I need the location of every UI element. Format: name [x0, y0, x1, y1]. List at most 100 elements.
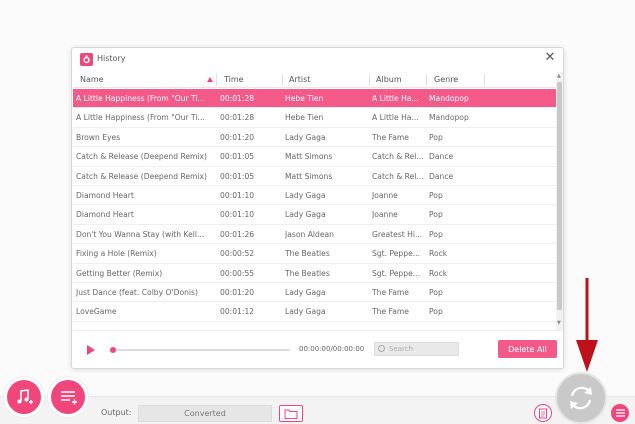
table-row[interactable]: Catch & Release (Deepend Remix) 00:01:05 M… — [73, 147, 558, 167]
cell-name: Just Dance (feat. Colby O'Donis) — [76, 288, 198, 297]
cell-time: 00:01:20 — [220, 132, 255, 142]
table-row[interactable]: Just Dance (feat. Colby O'Donis) 00:01:20… — [73, 283, 558, 303]
convert-button[interactable] — [557, 374, 605, 422]
open-folder-button[interactable] — [279, 405, 303, 422]
cell-genre: Pop — [429, 288, 443, 297]
cell-album: Greatest Hi... — [372, 229, 423, 239]
cell-artist: Jason Aldean — [285, 229, 334, 239]
search-placeholder: Search — [389, 345, 414, 353]
cell-genre: Dance — [429, 171, 454, 181]
cell-album: Sgt. Peppe... — [372, 327, 426, 328]
cell-artist: Lady Gaga — [285, 132, 326, 142]
cell-album: A Little Ha... — [372, 113, 419, 123]
task-list-button[interactable] — [611, 404, 629, 422]
delete-all-button[interactable]: Delete All — [498, 340, 557, 358]
table-scrollbar[interactable]: ▲ ▼ — [556, 72, 563, 330]
close-icon[interactable]: ✕ — [542, 50, 558, 66]
document-icon — [539, 408, 547, 418]
cell-time: 00:01:10 — [220, 210, 255, 220]
play-icon[interactable] — [87, 345, 95, 355]
cell-genre: Rock — [429, 327, 489, 328]
playback-progress-slider[interactable] — [110, 347, 290, 353]
cell-genre: Pop — [429, 210, 443, 220]
cell-album: Catch & Rel... — [372, 171, 424, 181]
cell-name: LoveGame — [76, 307, 117, 317]
progress-knob[interactable] — [110, 347, 116, 353]
output-label: Output: — [101, 408, 132, 417]
cell-name: Catch & Release (Deepend Remix) — [76, 152, 208, 162]
table-row[interactable]: Getting Better (Remix) 00:00:55 The Beatle… — [73, 264, 558, 283]
cell-artist: Lady Gaga — [285, 307, 326, 317]
column-header-artist[interactable]: Artist — [289, 75, 310, 85]
table-row[interactable]: Lucy In The Sky With Diamonds (... 00:01:… — [73, 322, 558, 328]
history-dialog: History ✕ Name Time Artist Album Genre A… — [71, 47, 564, 369]
add-music-button[interactable] — [4, 377, 44, 417]
cell-genre: Dance — [429, 152, 454, 162]
history-doc-button[interactable] — [534, 404, 552, 422]
cell-album: The Fame — [372, 307, 409, 317]
cell-time: 00:01:28 — [220, 113, 255, 123]
cell-time: 00:01:26 — [220, 229, 255, 239]
history-table: Name Time Artist Album Genre A Little Ha… — [73, 72, 558, 328]
scroll-down-icon[interactable]: ▼ — [557, 320, 561, 326]
table-row[interactable]: Diamond Heart 00:01:10 Lady Gaga Joanne Pop — [73, 186, 558, 206]
cell-artist: The Beatles — [285, 327, 365, 328]
cell-time: 00:01:10 — [220, 191, 255, 200]
table-row[interactable]: Fixing a Hole (Remix) 00:00:52 The Beatles… — [73, 244, 558, 264]
cell-name: Getting Better (Remix) — [76, 268, 163, 278]
cell-name: Diamond Heart — [76, 191, 134, 200]
column-header-album[interactable]: Album — [376, 75, 402, 85]
cell-album: Joanne — [372, 191, 398, 200]
cell-artist: Lady Gaga — [285, 191, 326, 200]
table-row[interactable]: A Little Happiness (From "Our Ti... 00:01… — [73, 89, 558, 109]
cell-time: 00:01:02 — [220, 327, 280, 328]
column-header-name[interactable]: Name — [80, 75, 104, 85]
add-playlist-button[interactable] — [48, 377, 88, 417]
cell-artist: Lady Gaga — [285, 288, 326, 297]
cell-name: A Little Happiness (From "Our Ti... — [76, 113, 205, 123]
cell-name: Fixing a Hole (Remix) — [76, 249, 157, 259]
playback-time: 00:00:00/00:00:00 — [299, 345, 365, 353]
cell-genre: Pop — [429, 229, 443, 239]
table-row[interactable]: A Little Happiness (From "Our Ti... 00:01… — [73, 108, 558, 128]
cell-album: A Little Ha... — [372, 94, 419, 103]
table-row[interactable]: LoveGame 00:01:12 Lady Gaga The Fame Pop — [73, 302, 558, 322]
cell-album: Joanne — [372, 210, 398, 220]
player-bar: 00:00:00/00:00:00 Search Delete All — [73, 330, 563, 368]
cell-genre: Pop — [429, 132, 443, 142]
cell-artist: Hebe Tien — [285, 94, 324, 103]
column-divider — [426, 74, 427, 86]
cell-genre: Pop — [429, 191, 443, 200]
dialog-title-bar: History ✕ — [72, 48, 563, 70]
column-header-genre[interactable]: Genre — [434, 75, 458, 85]
cell-album: Sgt. Peppe... — [372, 249, 420, 259]
scrollbar-thumb[interactable] — [557, 82, 562, 310]
column-header-time[interactable]: Time — [224, 75, 244, 85]
scroll-up-icon[interactable]: ▲ — [557, 73, 561, 79]
cell-album: The Fame — [372, 288, 409, 297]
column-divider — [369, 74, 370, 86]
cell-artist: The Beatles — [285, 268, 330, 278]
app-logo-icon — [80, 53, 93, 66]
cell-time: 00:01:05 — [220, 152, 255, 162]
table-row[interactable]: Brown Eyes 00:01:20 Lady Gaga The Fame Pop — [73, 128, 558, 148]
column-divider — [216, 74, 217, 86]
cell-album: The Fame — [372, 132, 409, 142]
table-row[interactable]: Don't You Wanna Stay (with Kell... 00:01:… — [73, 225, 558, 245]
cell-time: 00:01:05 — [220, 171, 255, 181]
table-row[interactable]: Diamond Heart 00:01:10 Lady Gaga Joanne Pop — [73, 205, 558, 225]
cell-genre: Mandopop — [429, 94, 469, 103]
cell-genre: Pop — [429, 307, 443, 317]
add-playlist-icon — [51, 380, 85, 414]
table-row[interactable]: Catch & Release (Deepend Remix) 00:01:05 M… — [73, 167, 558, 186]
add-music-icon — [7, 380, 41, 414]
cell-genre: Rock — [429, 249, 448, 259]
cell-name: Diamond Heart — [76, 210, 134, 220]
output-path-field[interactable]: Converted — [138, 405, 272, 422]
column-divider — [484, 74, 485, 86]
search-input[interactable]: Search — [374, 342, 459, 356]
cell-time: 00:00:55 — [220, 268, 255, 278]
folder-icon — [284, 409, 298, 419]
cell-album: Catch & Rel... — [372, 152, 424, 162]
cell-time: 00:00:52 — [220, 249, 255, 259]
